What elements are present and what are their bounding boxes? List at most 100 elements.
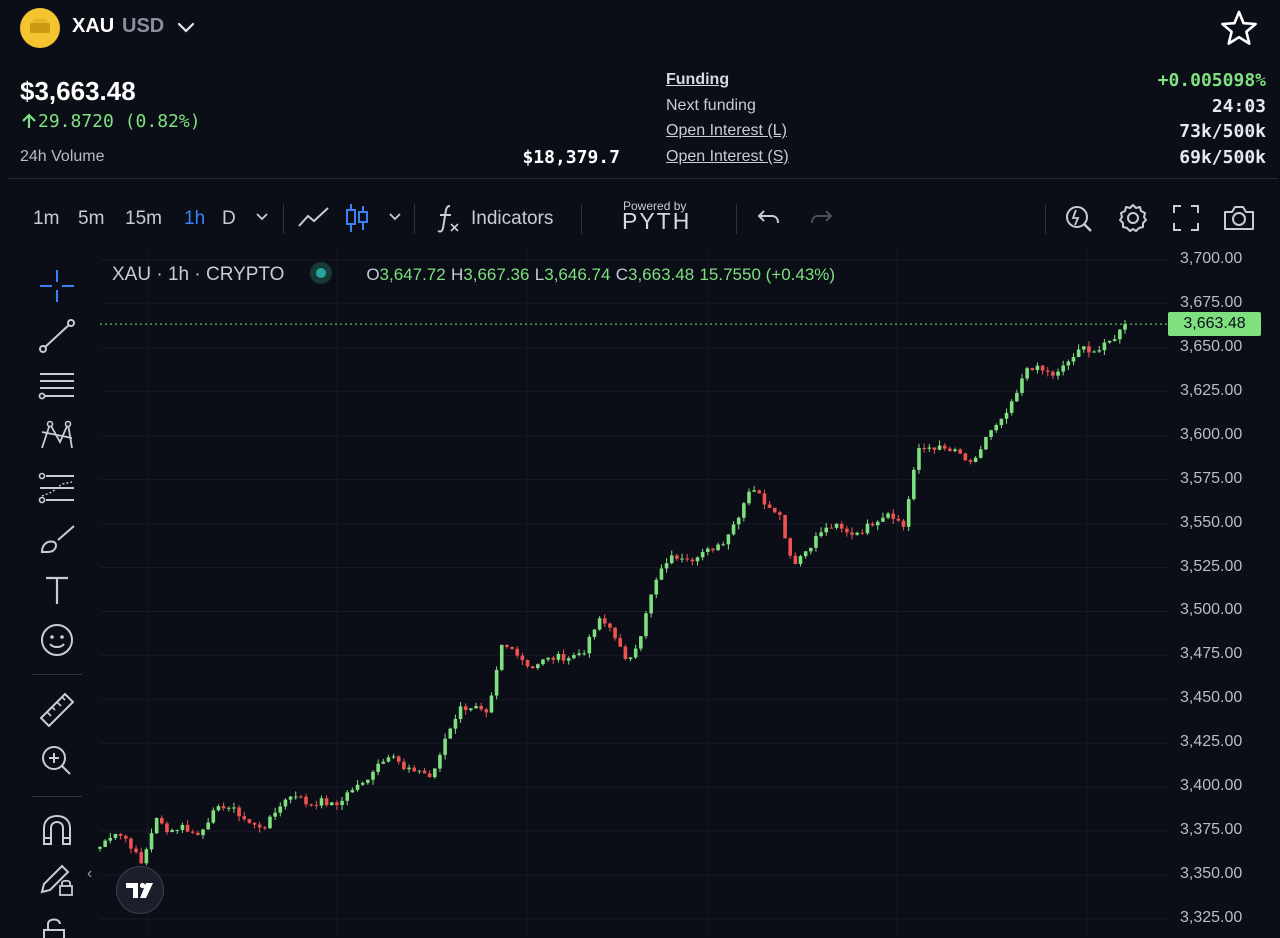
candle <box>185 824 190 832</box>
toolbar-separator <box>283 204 284 234</box>
crosshair-icon[interactable] <box>38 268 76 304</box>
lock-drawing-icon[interactable] <box>38 862 76 898</box>
fib-retracement-icon[interactable] <box>38 368 76 404</box>
candle <box>443 738 447 755</box>
candle <box>870 523 875 526</box>
candle <box>402 761 406 770</box>
candle <box>824 527 829 533</box>
candle <box>474 706 478 709</box>
funding-link[interactable]: Funding <box>666 71 729 89</box>
candle <box>304 796 308 805</box>
open-interest-long-value: 73k/500k <box>1179 121 1266 142</box>
candle <box>623 646 628 659</box>
candle <box>360 782 365 785</box>
legend-low: 3,646.74 <box>544 265 611 284</box>
toolbar-separator <box>1045 204 1046 234</box>
candle <box>572 655 576 659</box>
candle <box>278 806 283 813</box>
candle <box>407 767 411 770</box>
legend-close: 3,663.48 <box>627 265 695 284</box>
candle <box>98 847 102 849</box>
asset-base[interactable]: XAU <box>72 15 114 38</box>
candle <box>757 490 762 494</box>
gear-icon[interactable] <box>1117 202 1149 234</box>
timeframe-15m[interactable]: 15m <box>125 208 162 230</box>
chevron-down-icon[interactable] <box>176 18 196 38</box>
candle <box>536 664 540 669</box>
candle <box>814 536 818 548</box>
gold-bars-icon[interactable] <box>20 8 60 48</box>
candle <box>412 767 416 772</box>
candle <box>700 551 705 558</box>
chart-type-chevron-down-icon[interactable] <box>388 210 402 224</box>
star-icon[interactable] <box>1220 10 1258 46</box>
magnet-icon[interactable] <box>38 812 76 848</box>
tools-separator <box>32 674 82 675</box>
candle <box>432 768 437 778</box>
timeframe-1h[interactable]: 1h <box>184 208 205 230</box>
candle <box>566 658 571 661</box>
fullscreen-icon[interactable] <box>1171 203 1201 233</box>
forecast-icon[interactable] <box>38 470 76 506</box>
candle <box>927 447 932 449</box>
candlestick-chart-icon[interactable] <box>344 202 370 234</box>
brush-icon[interactable] <box>38 522 76 558</box>
candle <box>942 445 947 449</box>
pattern-icon[interactable] <box>38 418 76 454</box>
volume-label: 24h Volume <box>20 148 105 165</box>
candle <box>896 518 901 521</box>
candle <box>541 659 545 665</box>
candle <box>381 761 386 764</box>
candle <box>592 629 597 637</box>
indicators-button[interactable]: Indicators <box>471 208 553 230</box>
timeframe-chevron-down-icon[interactable] <box>255 210 269 224</box>
candle <box>1092 351 1096 353</box>
divider <box>8 178 1278 179</box>
price-chart[interactable] <box>0 248 1280 937</box>
unlock-icon[interactable] <box>38 912 76 938</box>
candle <box>685 558 689 560</box>
asset-quote[interactable]: USD <box>122 15 164 38</box>
candle <box>355 784 360 790</box>
candle <box>499 644 504 670</box>
candle <box>999 418 1004 426</box>
candle <box>659 568 664 580</box>
candle <box>906 499 911 527</box>
timeframe-5m[interactable]: 5m <box>78 208 104 230</box>
candle <box>664 563 669 569</box>
undo-icon[interactable] <box>756 206 782 230</box>
camera-icon[interactable] <box>1222 203 1256 233</box>
zoom-in-icon[interactable] <box>38 742 76 778</box>
candle <box>669 555 674 564</box>
candle <box>252 822 257 825</box>
legend-change: 15.7550 (+0.43%) <box>699 265 836 284</box>
candle <box>469 708 473 711</box>
chart-area[interactable]: XAU · 1h · CRYPTO O3,647.72 H3,667.36 L3… <box>0 248 1280 938</box>
line-chart-icon[interactable] <box>297 202 331 234</box>
candle <box>695 557 700 562</box>
candle <box>742 503 746 518</box>
candle <box>448 728 453 739</box>
replay-icon[interactable] <box>1063 202 1095 234</box>
candle <box>386 757 391 762</box>
trend-line-icon[interactable] <box>38 318 76 354</box>
open-interest-short-link[interactable]: Open Interest (S) <box>666 148 789 166</box>
timeframe-1m[interactable]: 1m <box>33 208 59 230</box>
candle <box>675 555 679 559</box>
candle <box>845 528 849 533</box>
emoji-icon[interactable] <box>38 622 76 658</box>
open-interest-long-link[interactable]: Open Interest (L) <box>666 122 787 140</box>
chevron-left-icon[interactable]: ‹ <box>87 865 92 883</box>
text-icon[interactable] <box>38 572 76 608</box>
tradingview-logo[interactable] <box>116 866 164 914</box>
legend-low-label: L <box>534 265 545 284</box>
legend-close-label: C <box>615 265 628 284</box>
candle <box>1076 349 1081 358</box>
candle <box>582 653 586 655</box>
function-icon[interactable] <box>436 202 462 234</box>
redo-icon[interactable] <box>808 206 834 230</box>
ruler-icon[interactable] <box>38 692 76 728</box>
candle <box>551 657 556 660</box>
timeframe-d[interactable]: D <box>222 208 236 230</box>
candle <box>1020 378 1024 393</box>
